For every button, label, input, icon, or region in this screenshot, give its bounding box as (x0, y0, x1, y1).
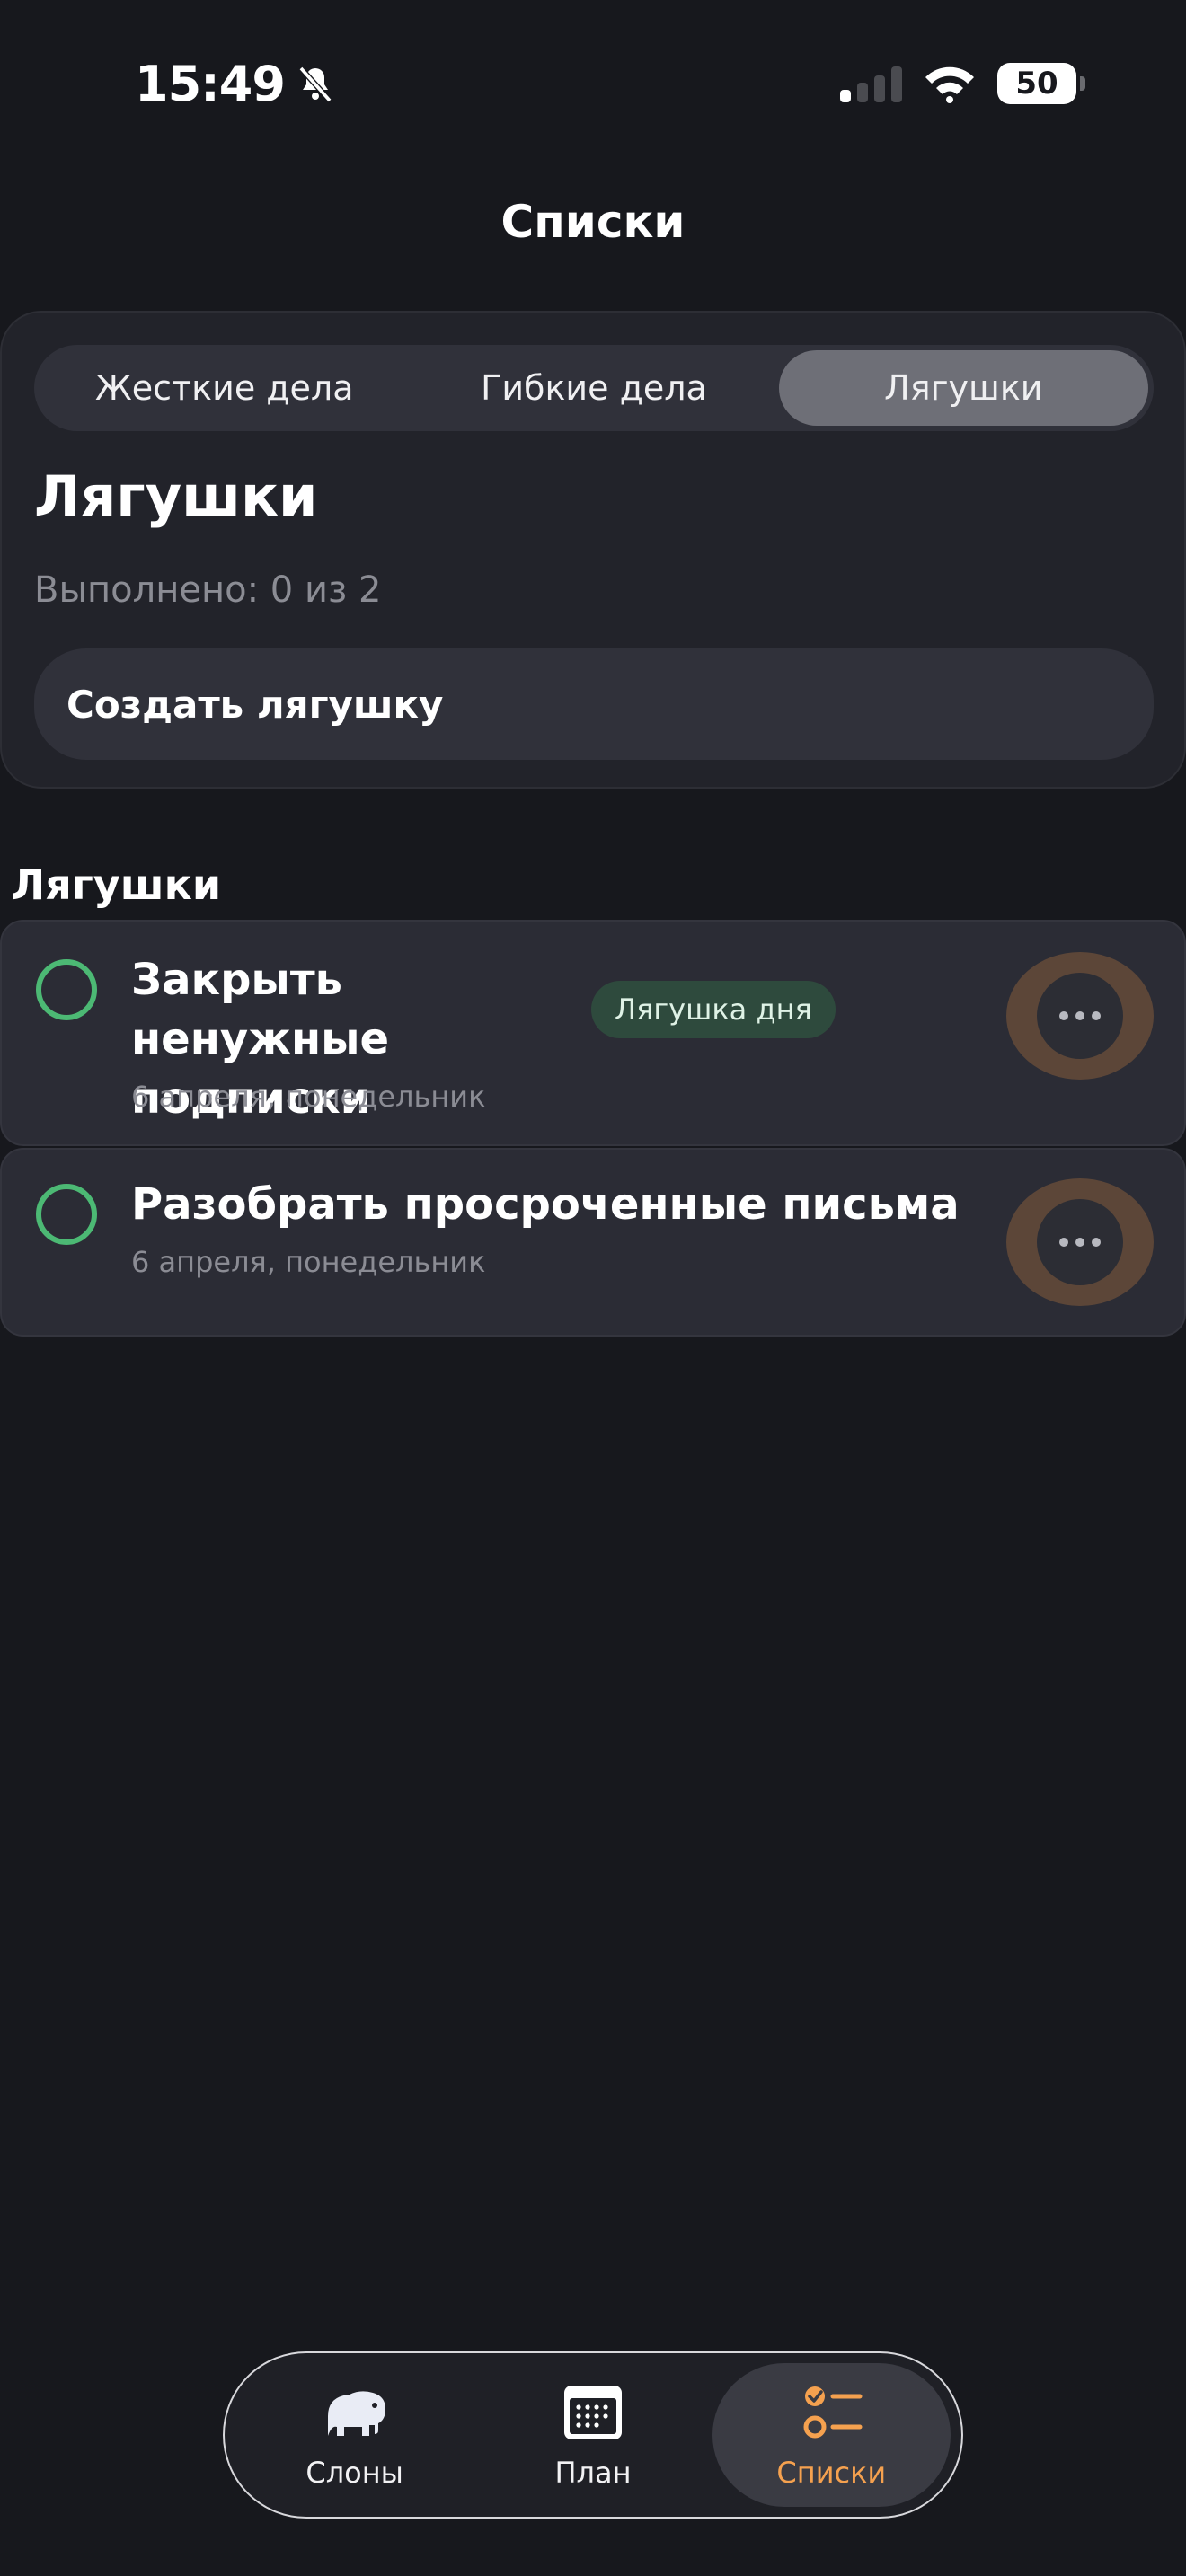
progress-text: Выполнено: 0 из 2 (34, 569, 382, 611)
tab-label: Списки (776, 2456, 887, 2490)
segment-hard-tasks[interactable]: Жесткие дела (40, 350, 409, 426)
frog-of-day-badge: Лягушка дня (591, 981, 836, 1038)
more-icon (1037, 973, 1123, 1059)
task-checkbox[interactable] (36, 1184, 97, 1245)
elephant-icon (327, 2391, 385, 2436)
tab-plan[interactable]: План (474, 2363, 712, 2507)
tab-elephants[interactable]: Слоны (235, 2363, 474, 2507)
tab-label: План (554, 2456, 632, 2490)
segment-flexible-tasks[interactable]: Гибкие дела (409, 350, 778, 426)
task-date: 6 апреля, понедельник (131, 1080, 486, 1114)
tab-bar: Слоны План Списки (223, 2351, 963, 2519)
task-more-button[interactable] (1006, 952, 1154, 1080)
bell-slash-icon (298, 66, 332, 102)
lists-screen: 15:49 50 Списки Жесткие дела Гибкие дела… (0, 0, 1186, 2576)
status-bar-time: 15:49 (135, 56, 337, 112)
battery-icon: 50 (997, 63, 1085, 104)
cellular-signal-icon (840, 65, 902, 102)
calendar-icon (563, 2386, 622, 2439)
page-title: Списки (500, 196, 686, 248)
wifi-icon (925, 66, 974, 103)
task-date: 6 апреля, понедельник (131, 1245, 486, 1279)
checklist-icon (803, 2386, 863, 2439)
battery-level: 50 (1015, 66, 1058, 101)
tab-label: Слоны (305, 2456, 403, 2490)
tab-lists[interactable]: Списки (712, 2363, 951, 2507)
segment-frogs[interactable]: Лягушки (778, 350, 1148, 426)
task-checkbox[interactable] (36, 959, 97, 1020)
summary-card: Жесткие дела Гибкие дела Лягушки Лягушки… (0, 311, 1186, 789)
task-more-button[interactable] (1006, 1178, 1154, 1306)
create-frog-button[interactable]: Создать лягушку (34, 648, 1154, 760)
task-row[interactable]: Разобрать просроченные письма 6 апреля, … (0, 1148, 1186, 1337)
summary-title: Лягушки (34, 463, 318, 529)
section-title: Лягушки (11, 860, 222, 909)
more-icon (1037, 1199, 1123, 1285)
clock-text: 15:49 (135, 56, 286, 112)
task-title: Разобрать просроченные письма (131, 1179, 960, 1230)
category-segmented-control: Жесткие дела Гибкие дела Лягушки (34, 345, 1154, 431)
status-bar-indicators: 50 (840, 63, 1085, 104)
task-row[interactable]: Закрыть ненужные подписки Лягушка дня 6 … (0, 920, 1186, 1146)
